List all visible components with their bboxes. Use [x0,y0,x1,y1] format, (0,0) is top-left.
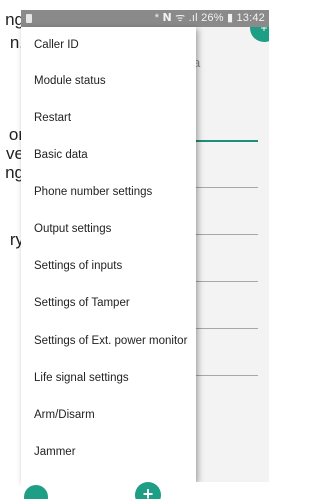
screen: ng n. or ve ng ry a + * 𝗡 ᯤ .ıl 26% ▮ 13… [0,0,269,499]
background-input-underline [196,281,258,282]
plus-icon: + [142,484,154,499]
background-input-underline [196,375,258,376]
background-input-underline [196,187,258,188]
menu-item-caller-id[interactable]: Caller ID [34,35,79,55]
menu-item-life-signal-settings[interactable]: Life signal settings [34,368,129,388]
menu-item-ext-power-monitor[interactable]: Settings of Ext. power monitor [34,331,187,351]
background-input-underline [196,234,258,235]
menu-item-module-status[interactable]: Module status [34,71,106,91]
menu-item-settings-of-inputs[interactable]: Settings of inputs [34,256,122,276]
status-bar-indicators: * 𝗡 ᯤ .ıl 26% ▮ 13:42 [154,12,265,24]
menu-item-jammer[interactable]: Jammer [34,442,76,462]
menu-item-settings-of-tamper[interactable]: Settings of Tamper [34,293,130,313]
menu-item-output-settings[interactable]: Output settings [34,219,111,239]
background-app-panel [196,27,269,499]
menu-item-restart[interactable]: Restart [34,108,71,128]
overflow-menu: Caller ID Module status Restart Basic da… [21,27,196,482]
menu-item-basic-data[interactable]: Basic data [34,145,88,165]
background-input-underline [196,140,258,142]
menu-item-phone-number-settings[interactable]: Phone number settings [34,182,152,202]
notification-icon [26,14,32,23]
menu-item-arm-disarm[interactable]: Arm/Disarm [34,405,95,425]
status-bar: * 𝗡 ᯤ .ıl 26% ▮ 13:42 [21,10,269,27]
background-input-underline [196,328,258,329]
